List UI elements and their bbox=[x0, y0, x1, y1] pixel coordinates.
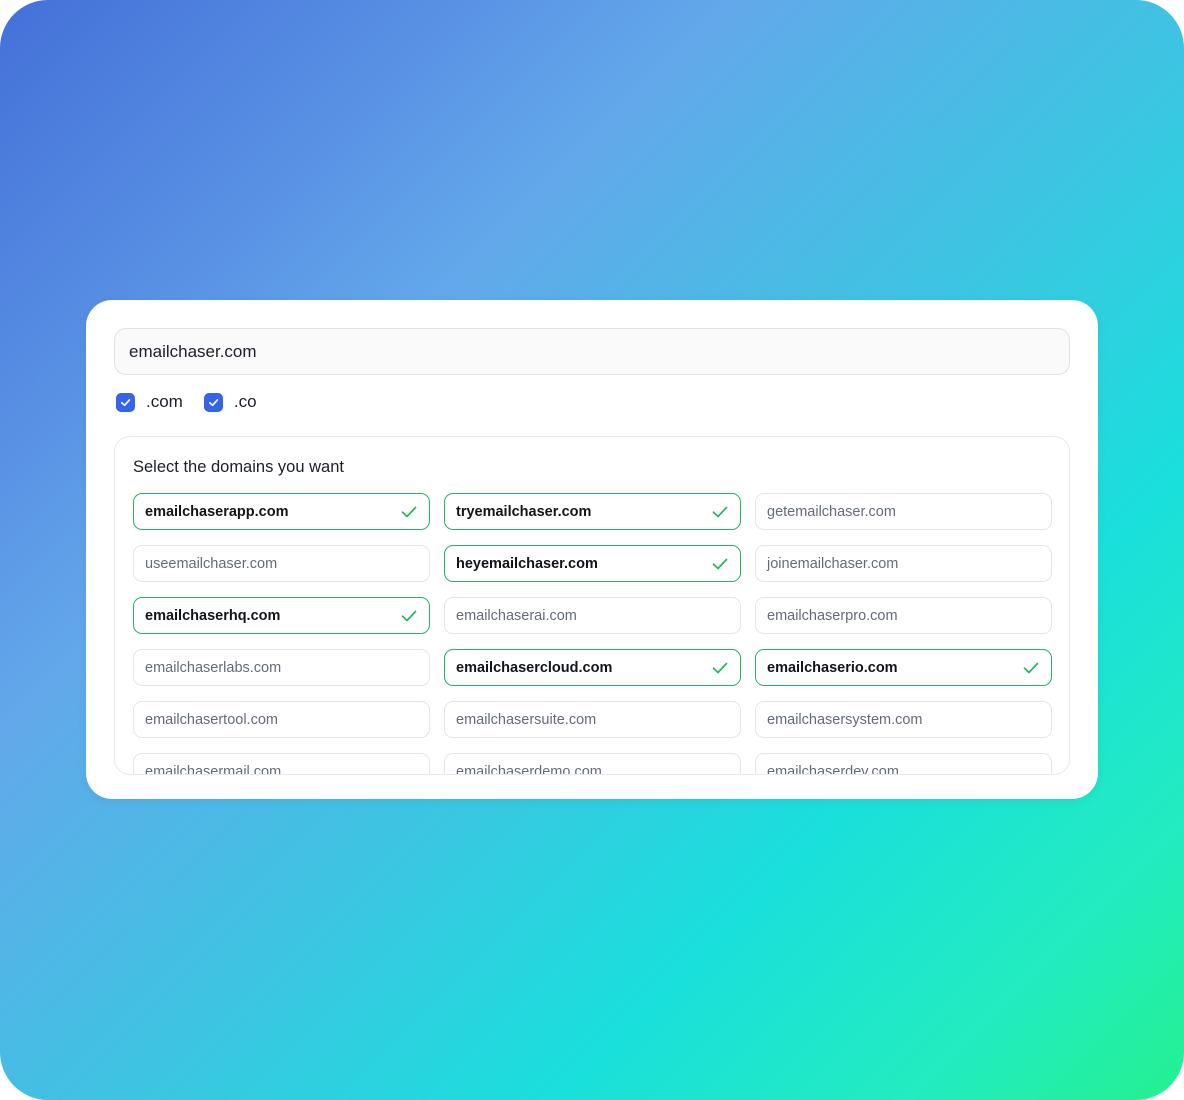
domain-grid: emailchaserapp.com tryemailchaser.com gete… bbox=[133, 493, 1052, 775]
domain-option-label: tryemailchaser.com bbox=[456, 503, 592, 520]
domain-option-label: emailchasertool.com bbox=[145, 711, 278, 728]
tld-co-checkbox[interactable] bbox=[203, 392, 223, 412]
check-icon bbox=[712, 662, 728, 673]
domain-option-label: emailchaserdev.com bbox=[767, 763, 899, 775]
domain-option[interactable]: emailchasersystem.com bbox=[755, 701, 1052, 738]
domain-option-label: emailchaserlabs.com bbox=[145, 659, 282, 676]
tld-com-label: .com bbox=[146, 392, 183, 411]
domain-option[interactable]: emailchasercloud.com bbox=[444, 649, 741, 686]
domain-option-label: emailchaserai.com bbox=[456, 607, 577, 624]
domain-option[interactable]: joinemailchaser.com bbox=[755, 545, 1052, 582]
domain-option[interactable]: emailchaserapp.com bbox=[133, 493, 430, 530]
domain-option[interactable]: emailchaserlabs.com bbox=[133, 649, 430, 686]
tld-option-co[interactable]: .co bbox=[203, 392, 257, 412]
check-icon bbox=[401, 610, 417, 621]
domain-option[interactable]: emailchaserdev.com bbox=[755, 753, 1052, 775]
domain-option[interactable]: emailchaserdemo.com bbox=[444, 753, 741, 775]
domain-option[interactable]: getemailchaser.com bbox=[755, 493, 1052, 530]
tld-options: .com .co bbox=[116, 391, 278, 413]
domain-option[interactable]: emailchaserio.com bbox=[755, 649, 1052, 686]
domain-option[interactable]: emailchaserhq.com bbox=[133, 597, 430, 634]
check-icon bbox=[1023, 662, 1039, 673]
domain-option-label: emailchasercloud.com bbox=[456, 659, 613, 676]
domain-option-label: emailchaserio.com bbox=[767, 659, 898, 676]
domain-option-label: emailchaserapp.com bbox=[145, 503, 289, 520]
domain-option[interactable]: useemailchaser.com bbox=[133, 545, 430, 582]
domain-option[interactable]: emailchasersuite.com bbox=[444, 701, 741, 738]
domain-option-label: getemailchaser.com bbox=[767, 503, 896, 520]
domain-option[interactable]: emailchasermail.com bbox=[133, 753, 430, 775]
domain-option-label: useemailchaser.com bbox=[145, 555, 278, 572]
domain-option-label: emailchasermail.com bbox=[145, 763, 282, 775]
check-icon bbox=[712, 506, 728, 517]
domain-option-label: emailchasersuite.com bbox=[456, 711, 597, 728]
tld-option-com[interactable]: .com bbox=[116, 392, 183, 412]
domain-option-label: joinemailchaser.com bbox=[767, 555, 899, 572]
domain-option-label: emailchaserhq.com bbox=[145, 607, 281, 624]
domain-option[interactable]: emailchaserai.com bbox=[444, 597, 741, 634]
domain-suggestions-panel[interactable]: Select the domains you want emailchasera… bbox=[114, 436, 1070, 775]
domain-option-label: emailchasersystem.com bbox=[767, 711, 923, 728]
check-icon bbox=[712, 558, 728, 569]
panel-title: Select the domains you want bbox=[133, 458, 344, 476]
checkmark-icon bbox=[120, 398, 131, 406]
tld-co-label: .co bbox=[233, 392, 257, 411]
tld-com-checkbox[interactable] bbox=[116, 392, 135, 412]
domain-option-label: emailchaserdemo.com bbox=[456, 763, 602, 775]
domain-option-label: emailchaserpro.com bbox=[767, 607, 898, 624]
domain-option[interactable]: emailchaserpro.com bbox=[755, 597, 1052, 634]
check-icon bbox=[401, 506, 417, 517]
domain-option-label: heyemailchaser.com bbox=[456, 555, 598, 572]
domain-picker-card: .com .co Select the domains you want ema… bbox=[86, 300, 1098, 799]
domain-search-input[interactable] bbox=[114, 328, 1070, 375]
checkmark-icon bbox=[208, 398, 219, 406]
background: .com .co Select the domains you want ema… bbox=[0, 0, 1184, 1100]
domain-option[interactable]: tryemailchaser.com bbox=[444, 493, 741, 530]
domain-option[interactable]: heyemailchaser.com bbox=[444, 545, 741, 582]
domain-option[interactable]: emailchasertool.com bbox=[133, 701, 430, 738]
